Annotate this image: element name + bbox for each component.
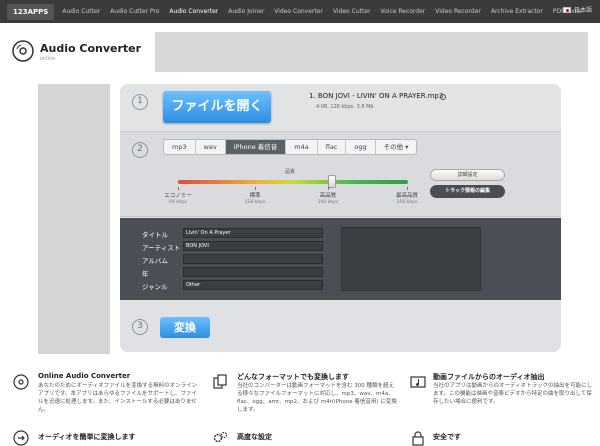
video-music-icon xyxy=(410,376,426,388)
file-metadata: 4:08, 128 kbps, 3.8 Mb xyxy=(316,104,374,110)
feature-title-online-converter: Online Audio Converter xyxy=(38,372,131,380)
format-tab-iphone-ringtone[interactable]: iPhone 着信音 xyxy=(225,140,287,154)
year-label: 年 xyxy=(142,270,149,278)
advanced-settings-button[interactable]: 詳細設定 xyxy=(430,169,505,181)
quality-high-label: 高品質 xyxy=(319,193,337,199)
genre-field[interactable]: Other xyxy=(183,280,323,290)
feature-title-any-format: どんなフォーマットでも変換します xyxy=(237,373,349,381)
quality-standard-kbps: 128 kbps xyxy=(244,200,266,205)
quality-best-label: 最高品質 xyxy=(395,193,418,199)
format-tab-other[interactable]: その他 ▾ xyxy=(376,140,417,154)
quality-best-kbps: 256 kbps xyxy=(396,200,418,205)
nav-item-audio-converter[interactable]: Audio Converter xyxy=(169,8,218,15)
brand-logo[interactable]: 123APPS xyxy=(7,3,55,20)
audio-converter-logo-icon xyxy=(12,40,34,62)
nav-item-archive-extractor[interactable]: Archive Extractor xyxy=(491,8,543,15)
open-file-button[interactable]: ファイルを開く xyxy=(163,91,271,123)
genre-label: ジャンル xyxy=(142,283,168,291)
nav-item-video-converter[interactable]: Video Converter xyxy=(274,8,323,15)
side-ad-banner xyxy=(38,84,110,354)
top-navigation: 123APPS Audio Cutter Audio Cutter Pro Au… xyxy=(0,0,600,23)
step-format-quality: 2 mp3 wav iPhone 着信音 m4a flac ogg その他 ▾ … xyxy=(120,132,561,217)
album-field[interactable] xyxy=(183,254,323,264)
gears-icon xyxy=(213,431,228,443)
nav-item-video-cutter[interactable]: Video Cutter xyxy=(333,8,371,15)
title-label: タイトル xyxy=(142,231,168,239)
format-tab-other-label: その他 xyxy=(383,143,404,151)
feature-title-secure: 安全です xyxy=(433,433,461,441)
loading-spinner-icon xyxy=(440,94,446,100)
disc-icon xyxy=(13,374,29,390)
track-info-editor: タイトル Livin' On A Prayer アーティスト BON JOVI … xyxy=(120,218,561,300)
quality-economy-label: エコノミー xyxy=(164,193,192,199)
quality-tick xyxy=(407,187,408,190)
quality-economy-kbps: 64 kbps xyxy=(169,200,187,205)
step-number-1: 1 xyxy=(132,94,148,110)
file-name: 1. BON JOVI - LIVIN' ON A PRAYER.mp3 xyxy=(309,92,444,100)
step-number-3: 3 xyxy=(132,319,148,335)
language-label: 日本語 xyxy=(573,7,592,14)
album-label: アルバム xyxy=(142,257,168,265)
nav-item-audio-cutter[interactable]: Audio Cutter xyxy=(62,8,100,15)
quality-tick xyxy=(328,187,329,190)
format-tabs: mp3 wav iPhone 着信音 m4a flac ogg その他 ▾ xyxy=(163,139,418,155)
feature-title-extract-audio: 動画ファイルからのオーディオ抽出 xyxy=(433,373,545,381)
documents-icon xyxy=(213,374,227,389)
step-open-file: 1 ファイルを開く 1. BON JOVI - LIVIN' ON A PRAY… xyxy=(120,84,561,132)
step-convert: 3 変換 xyxy=(120,300,561,352)
converter-panel: 1 ファイルを開く 1. BON JOVI - LIVIN' ON A PRAY… xyxy=(120,84,561,352)
format-tab-ogg[interactable]: ogg xyxy=(346,140,376,154)
disc-arrow-icon xyxy=(13,430,29,446)
nav-item-audio-joiner[interactable]: Audio Joiner xyxy=(228,8,264,15)
language-selector[interactable]: 日本語 xyxy=(562,5,592,14)
quality-standard-label: 標準 xyxy=(249,193,261,199)
artist-field[interactable]: BON JOVI xyxy=(183,241,323,251)
quality-tick xyxy=(178,187,179,190)
feature-title-advanced-settings: 高度な設定 xyxy=(237,433,272,441)
quality-label: 品質 xyxy=(285,169,296,175)
convert-button[interactable]: 変換 xyxy=(160,317,210,338)
japan-flag-icon xyxy=(562,6,571,13)
quality-slider-track[interactable] xyxy=(178,180,408,184)
app-title: Audio Converter xyxy=(40,42,142,55)
nav-item-voice-recorder[interactable]: Voice Recorder xyxy=(380,8,425,15)
nav-item-video-recorder[interactable]: Video Recorder xyxy=(435,8,481,15)
quality-high-kbps: 160 kbps xyxy=(317,200,339,205)
album-art-dropzone[interactable] xyxy=(341,227,481,291)
step-number-2: 2 xyxy=(132,142,148,158)
lock-icon xyxy=(412,431,424,446)
format-tab-flac[interactable]: flac xyxy=(318,140,347,154)
top-ad-banner xyxy=(155,32,588,72)
quality-tick xyxy=(255,187,256,190)
format-tab-mp3[interactable]: mp3 xyxy=(164,140,196,154)
artist-label: アーティスト xyxy=(142,244,181,252)
quality-slider-thumb[interactable] xyxy=(328,175,337,188)
format-tab-wav[interactable]: wav xyxy=(196,140,226,154)
title-field[interactable]: Livin' On A Prayer xyxy=(183,228,323,238)
nav-item-audio-cutter-pro[interactable]: Audio Cutter Pro xyxy=(110,8,159,15)
feature-text-online-converter: あなたのためにオーディオファイルを変換する無料のオンラインアプリです。本アプリは… xyxy=(38,383,198,413)
year-field[interactable] xyxy=(183,267,323,277)
edit-track-info-button[interactable]: トラック情報の編集 xyxy=(430,185,505,198)
feature-title-easy-convert: オーディオを簡単に変換します xyxy=(38,433,136,441)
feature-text-extract-audio: 当社のアプリは動画からのオーディオトラックの抽出を可能にします。この機能は映画や… xyxy=(433,383,593,405)
app-subtitle: online xyxy=(40,56,56,62)
feature-text-any-format: 当社のコンバーターは動画フォーマットを含む 300 種類を超える様々なファイルフ… xyxy=(237,383,397,413)
format-tab-m4a[interactable]: m4a xyxy=(286,140,318,154)
